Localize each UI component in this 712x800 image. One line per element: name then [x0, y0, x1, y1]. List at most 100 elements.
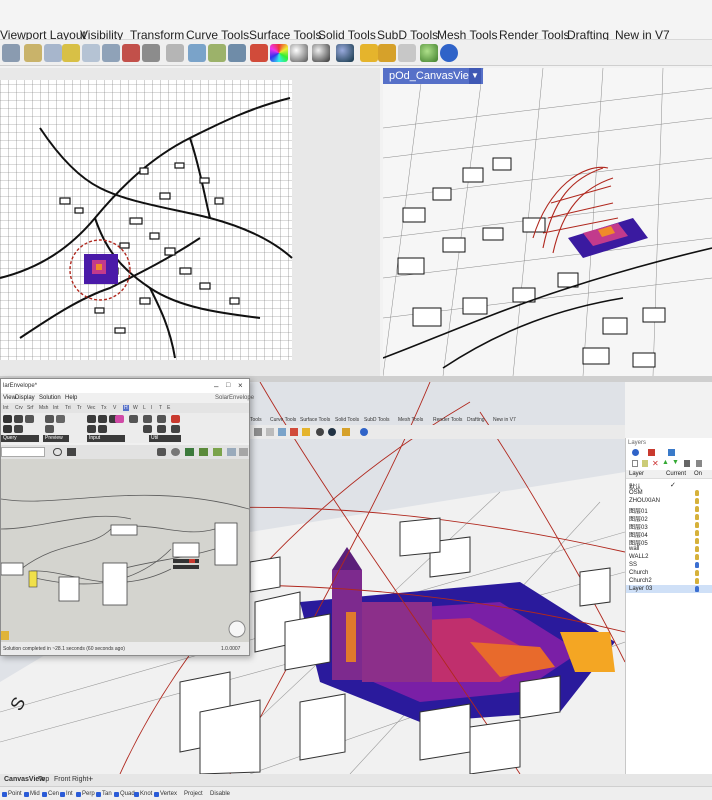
component-icon[interactable]: [3, 425, 12, 433]
component-icon[interactable]: [171, 425, 180, 433]
viewport-top[interactable]: [0, 68, 380, 376]
maximize-icon[interactable]: □: [226, 382, 230, 389]
gh-tab-active[interactable]: H: [123, 405, 129, 411]
close-icon[interactable]: ×: [238, 381, 243, 390]
slider-node[interactable]: [173, 559, 199, 563]
zoom-window-icon[interactable]: [82, 44, 100, 62]
lightbulb-icon[interactable]: [695, 522, 699, 528]
add-tab-icon[interactable]: +: [88, 774, 93, 784]
checkbox-icon[interactable]: [24, 792, 29, 797]
chevron-down-icon[interactable]: ▼: [469, 68, 481, 84]
checkbox-icon[interactable]: [154, 792, 159, 797]
sun-icon[interactable]: [378, 44, 396, 62]
osnap-cen[interactable]: Cen: [48, 791, 59, 797]
checkbox-icon[interactable]: [60, 792, 65, 797]
layer-row[interactable]: Church: [626, 569, 712, 577]
inner-tab-subd-tools[interactable]: SubD Tools: [364, 417, 389, 423]
osnap-disable[interactable]: Disable: [210, 791, 230, 797]
layer-row[interactable]: 图层05: [626, 537, 712, 547]
group-label-query[interactable]: Query: [1, 435, 39, 442]
tab-top[interactable]: Top: [38, 776, 49, 783]
gh-tab[interactable]: Int: [3, 405, 9, 411]
layer-row[interactable]: 图层03: [626, 521, 712, 531]
tab-right[interactable]: Right: [72, 776, 88, 783]
group-label-preview[interactable]: Preview: [43, 435, 69, 442]
move-down-icon[interactable]: ▼: [672, 459, 679, 466]
preview-icon[interactable]: [157, 448, 166, 456]
help-icon[interactable]: [440, 44, 458, 62]
rendered-sphere-icon[interactable]: [312, 44, 330, 62]
gh-tab[interactable]: Srf: [27, 405, 33, 411]
lightbulb-icon[interactable]: [695, 490, 699, 496]
gh-tab[interactable]: Tri: [65, 405, 71, 411]
checkbox-icon[interactable]: [76, 792, 81, 797]
pan-icon[interactable]: [24, 44, 42, 62]
rotate-view-icon[interactable]: [44, 44, 62, 62]
inner-tab-solid-tools[interactable]: Solid Tools: [335, 417, 359, 423]
inner-icon[interactable]: [328, 428, 336, 436]
layer-row[interactable]: 图层02: [626, 513, 712, 523]
component-icon[interactable]: [14, 425, 23, 433]
lightbulb-icon[interactable]: [695, 586, 699, 592]
gh-tab[interactable]: E: [167, 405, 170, 411]
osnap-knot[interactable]: Knot: [140, 791, 152, 797]
checkbox-icon[interactable]: [42, 792, 47, 797]
display-icon[interactable]: [239, 448, 248, 456]
layer-icon[interactable]: [632, 449, 639, 456]
gh-tab[interactable]: L: [143, 405, 146, 411]
inner-tab-new-in-v7[interactable]: New in V7: [493, 417, 516, 423]
display-icon[interactable]: [213, 448, 222, 456]
gh-tab[interactable]: Int: [53, 405, 59, 411]
new-layer-icon[interactable]: [632, 460, 638, 467]
preview-mode-icon[interactable]: [171, 448, 180, 456]
viewport-perspective[interactable]: pOd_CanvasView ▼: [383, 68, 712, 376]
lightbulb-icon[interactable]: [695, 538, 699, 544]
lightbulb-icon[interactable]: [695, 570, 699, 576]
gh-tab[interactable]: I: [151, 405, 152, 411]
viewport-title[interactable]: pOd_CanvasView: [383, 68, 483, 84]
layer-row[interactable]: ZHOUXIAN: [626, 497, 712, 505]
osnap-tan[interactable]: Tan: [102, 791, 112, 797]
osnap-perp[interactable]: Perp: [82, 791, 95, 797]
inner-tab-curve-tools[interactable]: Curve Tools: [270, 417, 296, 423]
display-icon[interactable]: [185, 448, 194, 456]
gh-tab[interactable]: Tr: [77, 405, 82, 411]
menu-view[interactable]: View: [3, 395, 16, 401]
component-icon[interactable]: [56, 415, 65, 423]
component-icon[interactable]: [14, 415, 23, 423]
lightbulb-icon[interactable]: [695, 514, 699, 520]
group-label-input[interactable]: Input: [87, 435, 125, 442]
lightbulb-icon[interactable]: [695, 578, 699, 584]
minimize-icon[interactable]: –: [214, 382, 218, 391]
osnap-vertex[interactable]: Vertex: [160, 791, 177, 797]
display-icon[interactable]: [227, 448, 236, 456]
layer-row-selected[interactable]: Layer 03: [626, 585, 712, 593]
component-icon[interactable]: [98, 415, 107, 423]
inner-icon[interactable]: [278, 428, 286, 436]
gh-tab[interactable]: V: [113, 405, 116, 411]
eye-icon[interactable]: [53, 448, 62, 456]
layer-row[interactable]: SS: [626, 561, 712, 569]
osnap-project[interactable]: Project: [184, 791, 203, 797]
display-icon[interactable]: [668, 449, 675, 456]
node[interactable]: [1, 562, 24, 576]
inner-tab-drafting[interactable]: Drafting: [467, 417, 485, 423]
gh-tab[interactable]: T: [159, 405, 162, 411]
node[interactable]: [110, 524, 138, 536]
inner-tab-tools[interactable]: Tools: [250, 417, 262, 423]
shaded-sphere-icon[interactable]: [290, 44, 308, 62]
light-icon[interactable]: [360, 44, 378, 62]
layer-icon[interactable]: [228, 44, 246, 62]
component-icon[interactable]: [157, 415, 166, 423]
material-icon[interactable]: [648, 449, 655, 456]
move-up-icon[interactable]: ▲: [662, 459, 669, 466]
grasshopper-canvas[interactable]: [1, 459, 249, 642]
node[interactable]: [58, 576, 80, 602]
gh-tab[interactable]: Tx: [101, 405, 107, 411]
component-icon[interactable]: [157, 425, 166, 433]
compass-icon[interactable]: [228, 620, 246, 638]
checkbox-icon[interactable]: [114, 792, 119, 797]
tab-front[interactable]: Front: [54, 776, 70, 783]
grasshopper-window[interactable]: larEnvelope* – □ × View Display Solution…: [0, 378, 254, 656]
layer-row[interactable]: 图层01: [626, 505, 712, 515]
